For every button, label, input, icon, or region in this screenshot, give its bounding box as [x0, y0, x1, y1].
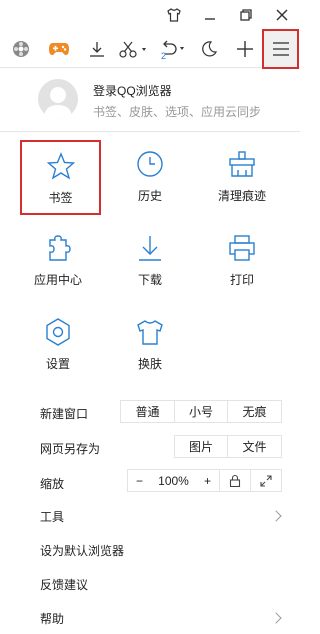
menu-item-feedback[interactable]: 反馈建议: [40, 576, 88, 593]
close-icon[interactable]: [272, 5, 292, 25]
login-subtitle: 书签、皮肤、选项、应用云同步: [93, 105, 262, 119]
grid-label: 应用中心: [33, 273, 82, 287]
undo-count-badge: 2: [161, 51, 167, 61]
new-window-options: 普通 小号 无痕: [120, 400, 282, 423]
zoom-controls: − 100% +: [127, 469, 282, 492]
scissors-screenshot-icon[interactable]: [116, 36, 150, 62]
chevron-right-icon: [270, 612, 282, 624]
lock-icon[interactable]: [220, 470, 251, 491]
save-as-image-button[interactable]: 图片: [175, 436, 228, 457]
new-tab-plus-icon[interactable]: [232, 36, 258, 62]
chevron-right-icon: [270, 510, 282, 522]
gamepad-icon[interactable]: [46, 36, 72, 62]
grid-label: 打印: [229, 273, 254, 287]
new-window-incognito-button[interactable]: 无痕: [228, 401, 281, 422]
star-icon: [46, 152, 75, 180]
grid-label: 历史: [137, 189, 162, 203]
new-window-normal-button[interactable]: 普通: [121, 401, 175, 422]
new-window-mini-button[interactable]: 小号: [175, 401, 228, 422]
shirt-icon: [137, 320, 163, 345]
grid-item-settings[interactable]: 设置: [18, 318, 98, 390]
download-icon: [139, 236, 161, 261]
menu-item-help[interactable]: 帮助: [40, 610, 64, 627]
grid-label: 下载: [137, 273, 162, 287]
grid-item-app-center[interactable]: 应用中心: [18, 234, 98, 306]
clock-icon: [137, 151, 163, 177]
grid-item-download[interactable]: 下载: [110, 234, 190, 306]
undo-close-tab-icon[interactable]: 2: [156, 36, 188, 62]
avatar[interactable]: [38, 79, 78, 119]
new-window-label: 新建窗口: [40, 407, 89, 421]
zoom-stepper: − 100% +: [128, 470, 220, 491]
zoom-out-button[interactable]: −: [136, 474, 143, 488]
grid-label: 书签: [48, 191, 73, 205]
title-bar: [0, 0, 300, 30]
download-icon[interactable]: [84, 36, 110, 62]
menu-hamburger-button[interactable]: [262, 29, 299, 69]
restore-icon[interactable]: [236, 5, 256, 25]
grid-item-print[interactable]: 打印: [202, 234, 282, 306]
fullscreen-icon[interactable]: [251, 470, 281, 491]
save-page-options: 图片 文件: [174, 435, 282, 458]
menu-item-set-default-browser[interactable]: 设为默认浏览器: [40, 542, 124, 559]
grid-label: 换肤: [137, 357, 162, 371]
minimize-icon[interactable]: [200, 5, 220, 25]
zoom-label: 缩放: [40, 477, 65, 491]
grid-item-history[interactable]: 历史: [110, 150, 190, 222]
puzzle-icon: [49, 235, 71, 261]
toolbar: 2: [0, 30, 300, 68]
grid-item-clear-traces[interactable]: 清理痕迹: [202, 150, 282, 222]
grid-label: 设置: [45, 357, 70, 371]
broom-icon: [229, 151, 255, 177]
login-section[interactable]: 登录QQ浏览器 书签、皮肤、选项、应用云同步: [0, 70, 300, 132]
film-reel-icon[interactable]: [8, 36, 34, 62]
login-title[interactable]: 登录QQ浏览器: [93, 82, 172, 99]
zoom-value: 100%: [158, 473, 189, 488]
grid-item-bookmarks[interactable]: 书签: [20, 140, 101, 215]
gear-icon: [46, 318, 70, 346]
menu-item-tools[interactable]: 工具: [40, 508, 64, 525]
hamburger-icon: [272, 42, 289, 56]
grid-label: 清理痕迹: [217, 189, 266, 203]
night-mode-moon-icon[interactable]: [196, 36, 222, 62]
save-as-file-button[interactable]: 文件: [228, 436, 281, 457]
save-page-label: 网页另存为: [40, 442, 101, 456]
grid-item-skin[interactable]: 换肤: [110, 318, 190, 390]
printer-icon: [229, 235, 255, 261]
zoom-in-button[interactable]: +: [204, 474, 211, 488]
skin-shirt-icon[interactable]: [164, 5, 184, 25]
